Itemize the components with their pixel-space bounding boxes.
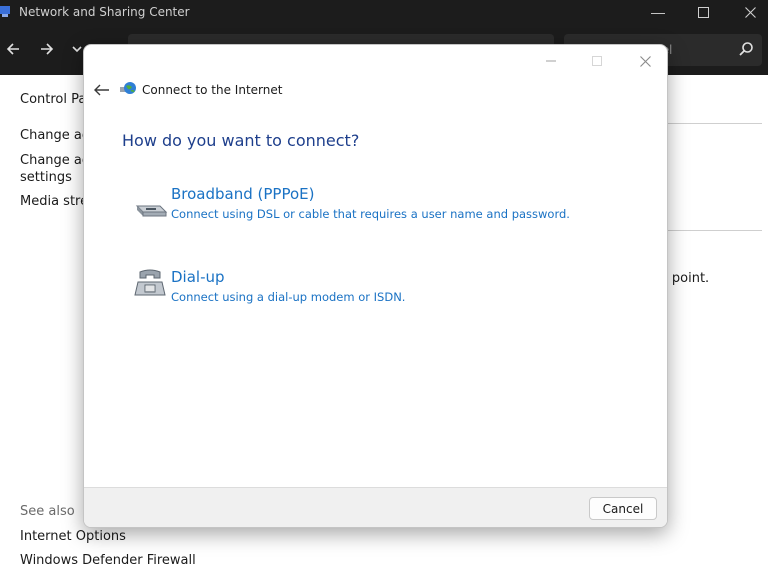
close-window-button[interactable] bbox=[730, 2, 768, 22]
minimize-icon: — bbox=[651, 4, 665, 20]
background-title-bar: Network and Sharing Center — bbox=[0, 0, 768, 25]
change-advanced-settings-link-line2[interactable]: settings bbox=[20, 170, 72, 185]
option-title[interactable]: Broadband (PPPoE) bbox=[171, 185, 315, 203]
dialup-phone-icon bbox=[134, 269, 166, 296]
globe-network-icon bbox=[120, 82, 136, 94]
option-description[interactable]: Connect using a dial-up modem or ISDN. bbox=[171, 290, 405, 304]
maximize-button[interactable] bbox=[683, 2, 723, 22]
dialog-close-button[interactable] bbox=[632, 51, 658, 71]
broadband-modem-icon bbox=[135, 205, 168, 217]
minimize-icon bbox=[546, 60, 556, 62]
dial-up-option[interactable]: Dial-up Connect using a dial-up modem or… bbox=[134, 268, 614, 316]
connect-to-internet-dialog: Connect to the Internet How do you want … bbox=[83, 44, 668, 528]
close-icon bbox=[639, 55, 651, 67]
option-description[interactable]: Connect using DSL or cable that requires… bbox=[171, 207, 570, 221]
broadband-pppoe-option[interactable]: Broadband (PPPoE) Connect using DSL or c… bbox=[134, 185, 614, 233]
search-icon bbox=[739, 42, 753, 56]
dialog-title: Connect to the Internet bbox=[142, 83, 283, 97]
dialog-maximize-button bbox=[584, 51, 610, 71]
chevron-down-icon[interactable] bbox=[72, 45, 82, 53]
dialog-footer: Cancel bbox=[84, 487, 667, 527]
maximize-icon bbox=[592, 56, 602, 66]
close-icon bbox=[744, 6, 756, 18]
dialog-minimize-button[interactable] bbox=[538, 51, 564, 71]
cancel-button[interactable]: Cancel bbox=[589, 497, 657, 520]
minimize-button[interactable]: — bbox=[638, 2, 678, 22]
network-center-app-icon bbox=[0, 6, 10, 17]
internet-options-link[interactable]: Internet Options bbox=[20, 529, 126, 544]
forward-arrow-icon[interactable] bbox=[40, 42, 54, 56]
maximize-icon bbox=[697, 6, 709, 18]
back-arrow-icon[interactable] bbox=[6, 42, 20, 56]
divider bbox=[668, 123, 762, 124]
background-window-title: Network and Sharing Center bbox=[19, 5, 190, 19]
windows-defender-firewall-link[interactable]: Windows Defender Firewall bbox=[20, 553, 196, 568]
background-text-fragment: s point. bbox=[661, 271, 710, 286]
dialog-heading: How do you want to connect? bbox=[122, 131, 360, 150]
divider bbox=[668, 230, 762, 231]
option-title[interactable]: Dial-up bbox=[171, 268, 225, 286]
see-also-heading: See also bbox=[20, 504, 75, 519]
back-arrow-icon[interactable] bbox=[92, 82, 110, 98]
